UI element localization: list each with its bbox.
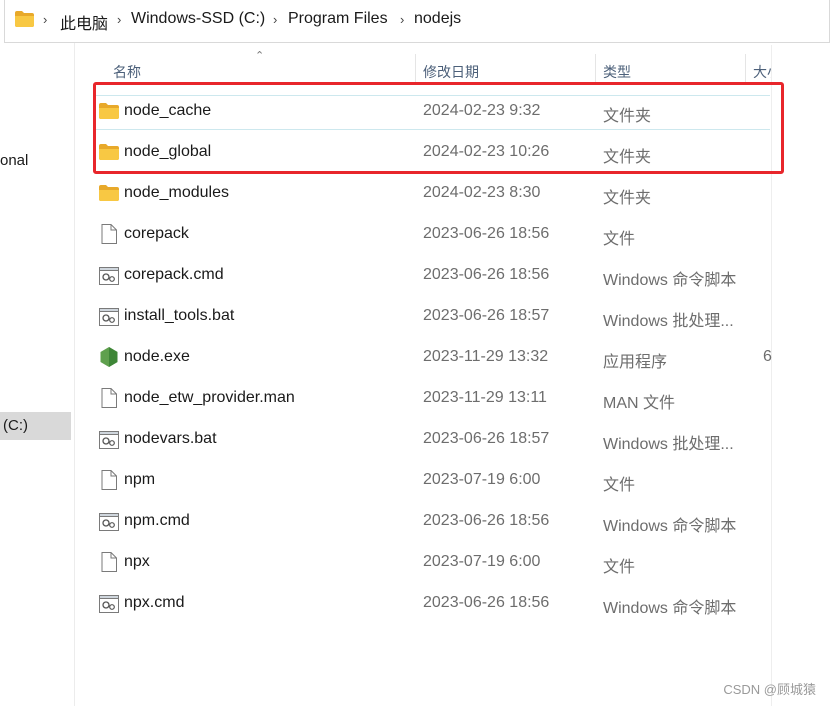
file-icon [101,388,121,408]
script-icon [99,431,119,449]
file-name: install_tools.bat [124,307,235,324]
script-icon [99,308,119,326]
file-name: npx.cmd [124,594,185,611]
folder-icon [15,11,34,27]
column-header-date[interactable]: 修改日期 [423,62,479,82]
file-row[interactable]: node_global 2024-02-23 10:26 文件夹 [90,134,770,172]
file-type: Windows 命令脚本 [603,518,737,535]
chevron-right-icon[interactable]: › [400,12,404,27]
script-icon [99,513,119,531]
column-header-name[interactable]: 名称 [113,62,141,82]
script-icon [99,267,119,285]
address-bar[interactable]: › 此电脑 › Windows-SSD (C:) › Program Files… [4,0,830,43]
row-divider [96,95,770,96]
file-row[interactable]: npx 2023-07-19 6:00 文件 [90,544,770,582]
file-row[interactable]: install_tools.bat 2023-06-26 18:57 Windows… [90,298,770,336]
file-name: node_global [124,143,212,160]
file-type: Windows 命令脚本 [603,600,737,617]
file-name: node.exe [124,348,190,365]
file-type: Windows 命令脚本 [603,272,737,289]
file-explorer-window: › 此电脑 › Windows-SSD (C:) › Program Files… [0,0,830,706]
script-icon [99,595,119,613]
pane-divider [771,45,772,706]
nav-item-drive-c[interactable]: (C:) [0,412,71,440]
file-type: 文件夹 [603,149,652,166]
watermark: CSDN @顾城猿 [723,682,816,697]
file-type: MAN 文件 [603,395,676,412]
breadcrumb-nodejs[interactable]: nodejs [414,10,461,28]
chevron-right-icon[interactable]: › [117,12,121,27]
file-name: corepack.cmd [124,266,224,283]
file-name: nodevars.bat [124,430,217,447]
file-size: 6 [763,348,772,365]
sort-ascending-icon: ⌃ [255,50,265,62]
file-modified-date: 2023-06-26 18:56 [423,225,550,242]
file-name: corepack [124,225,189,242]
file-modified-date: 2024-02-23 10:26 [423,143,550,160]
file-modified-date: 2023-06-26 18:57 [423,307,550,324]
nodejs-icon [100,347,120,367]
folder-icon [99,103,119,121]
file-name: node_modules [124,184,229,201]
file-modified-date: 2023-07-19 6:00 [423,471,541,488]
column-header-size[interactable]: 大小 [753,62,771,82]
breadcrumb-program-files[interactable]: Program Files [288,10,388,28]
column-header-type[interactable]: 类型 [603,62,631,82]
column-divider[interactable] [745,54,746,84]
file-modified-date: 2024-02-23 9:32 [423,102,541,119]
file-name: npm.cmd [124,512,190,529]
file-modified-date: 2023-11-29 13:32 [423,348,549,365]
file-type: 文件夹 [603,190,652,207]
file-modified-date: 2023-06-26 18:57 [423,430,550,447]
file-type: Windows 批处理... [603,436,734,453]
file-name: npx [124,553,150,570]
file-modified-date: 2023-07-19 6:00 [423,553,541,570]
file-row[interactable]: node.exe 2023-11-29 13:32 应用程序 6 [90,339,772,377]
file-modified-date: 2023-06-26 18:56 [423,266,550,283]
breadcrumb-drive[interactable]: Windows-SSD (C:) [131,10,265,28]
file-type: Windows 批处理... [603,313,734,330]
file-row[interactable]: node_etw_provider.man 2023-11-29 13:11 MAN… [90,380,770,418]
file-type: 文件 [603,559,636,576]
column-divider[interactable] [595,54,596,84]
chevron-right-icon[interactable]: › [273,12,277,27]
file-row[interactable]: corepack.cmd 2023-06-26 18:56 Windows 命令脚本 [90,257,770,295]
file-type: 文件夹 [603,108,652,125]
column-divider[interactable] [415,54,416,84]
chevron-right-icon[interactable]: › [43,12,47,27]
file-icon [101,552,121,572]
nav-item-partial[interactable]: onal [0,152,28,169]
file-modified-date: 2023-06-26 18:56 [423,594,550,611]
folder-icon [99,144,119,162]
file-row[interactable]: npm 2023-07-19 6:00 文件 [90,462,770,500]
folder-icon [99,185,119,203]
file-row[interactable]: corepack 2023-06-26 18:56 文件 [90,216,770,254]
file-row[interactable]: node_cache 2024-02-23 9:32 文件夹 [90,93,770,131]
navigation-pane[interactable]: onal (C:) [0,43,75,706]
file-icon [101,470,121,490]
file-modified-date: 2023-06-26 18:56 [423,512,550,529]
file-modified-date: 2023-11-29 13:11 [423,389,547,406]
file-modified-date: 2024-02-23 8:30 [423,184,541,201]
file-row[interactable]: npm.cmd 2023-06-26 18:56 Windows 命令脚本 [90,503,770,541]
file-row[interactable]: nodevars.bat 2023-06-26 18:57 Windows 批处理.… [90,421,770,459]
file-row[interactable]: npx.cmd 2023-06-26 18:56 Windows 命令脚本 [90,585,770,623]
breadcrumb-this-pc[interactable]: 此电脑 [60,10,108,34]
row-divider [96,129,770,130]
file-type: 文件 [603,477,636,494]
file-type: 文件 [603,231,636,248]
file-name: node_cache [124,102,212,119]
file-type: 应用程序 [603,354,668,371]
file-name: node_etw_provider.man [124,389,295,406]
file-icon [101,224,121,244]
file-name: npm [124,471,156,488]
file-row[interactable]: node_modules 2024-02-23 8:30 文件夹 [90,175,770,213]
